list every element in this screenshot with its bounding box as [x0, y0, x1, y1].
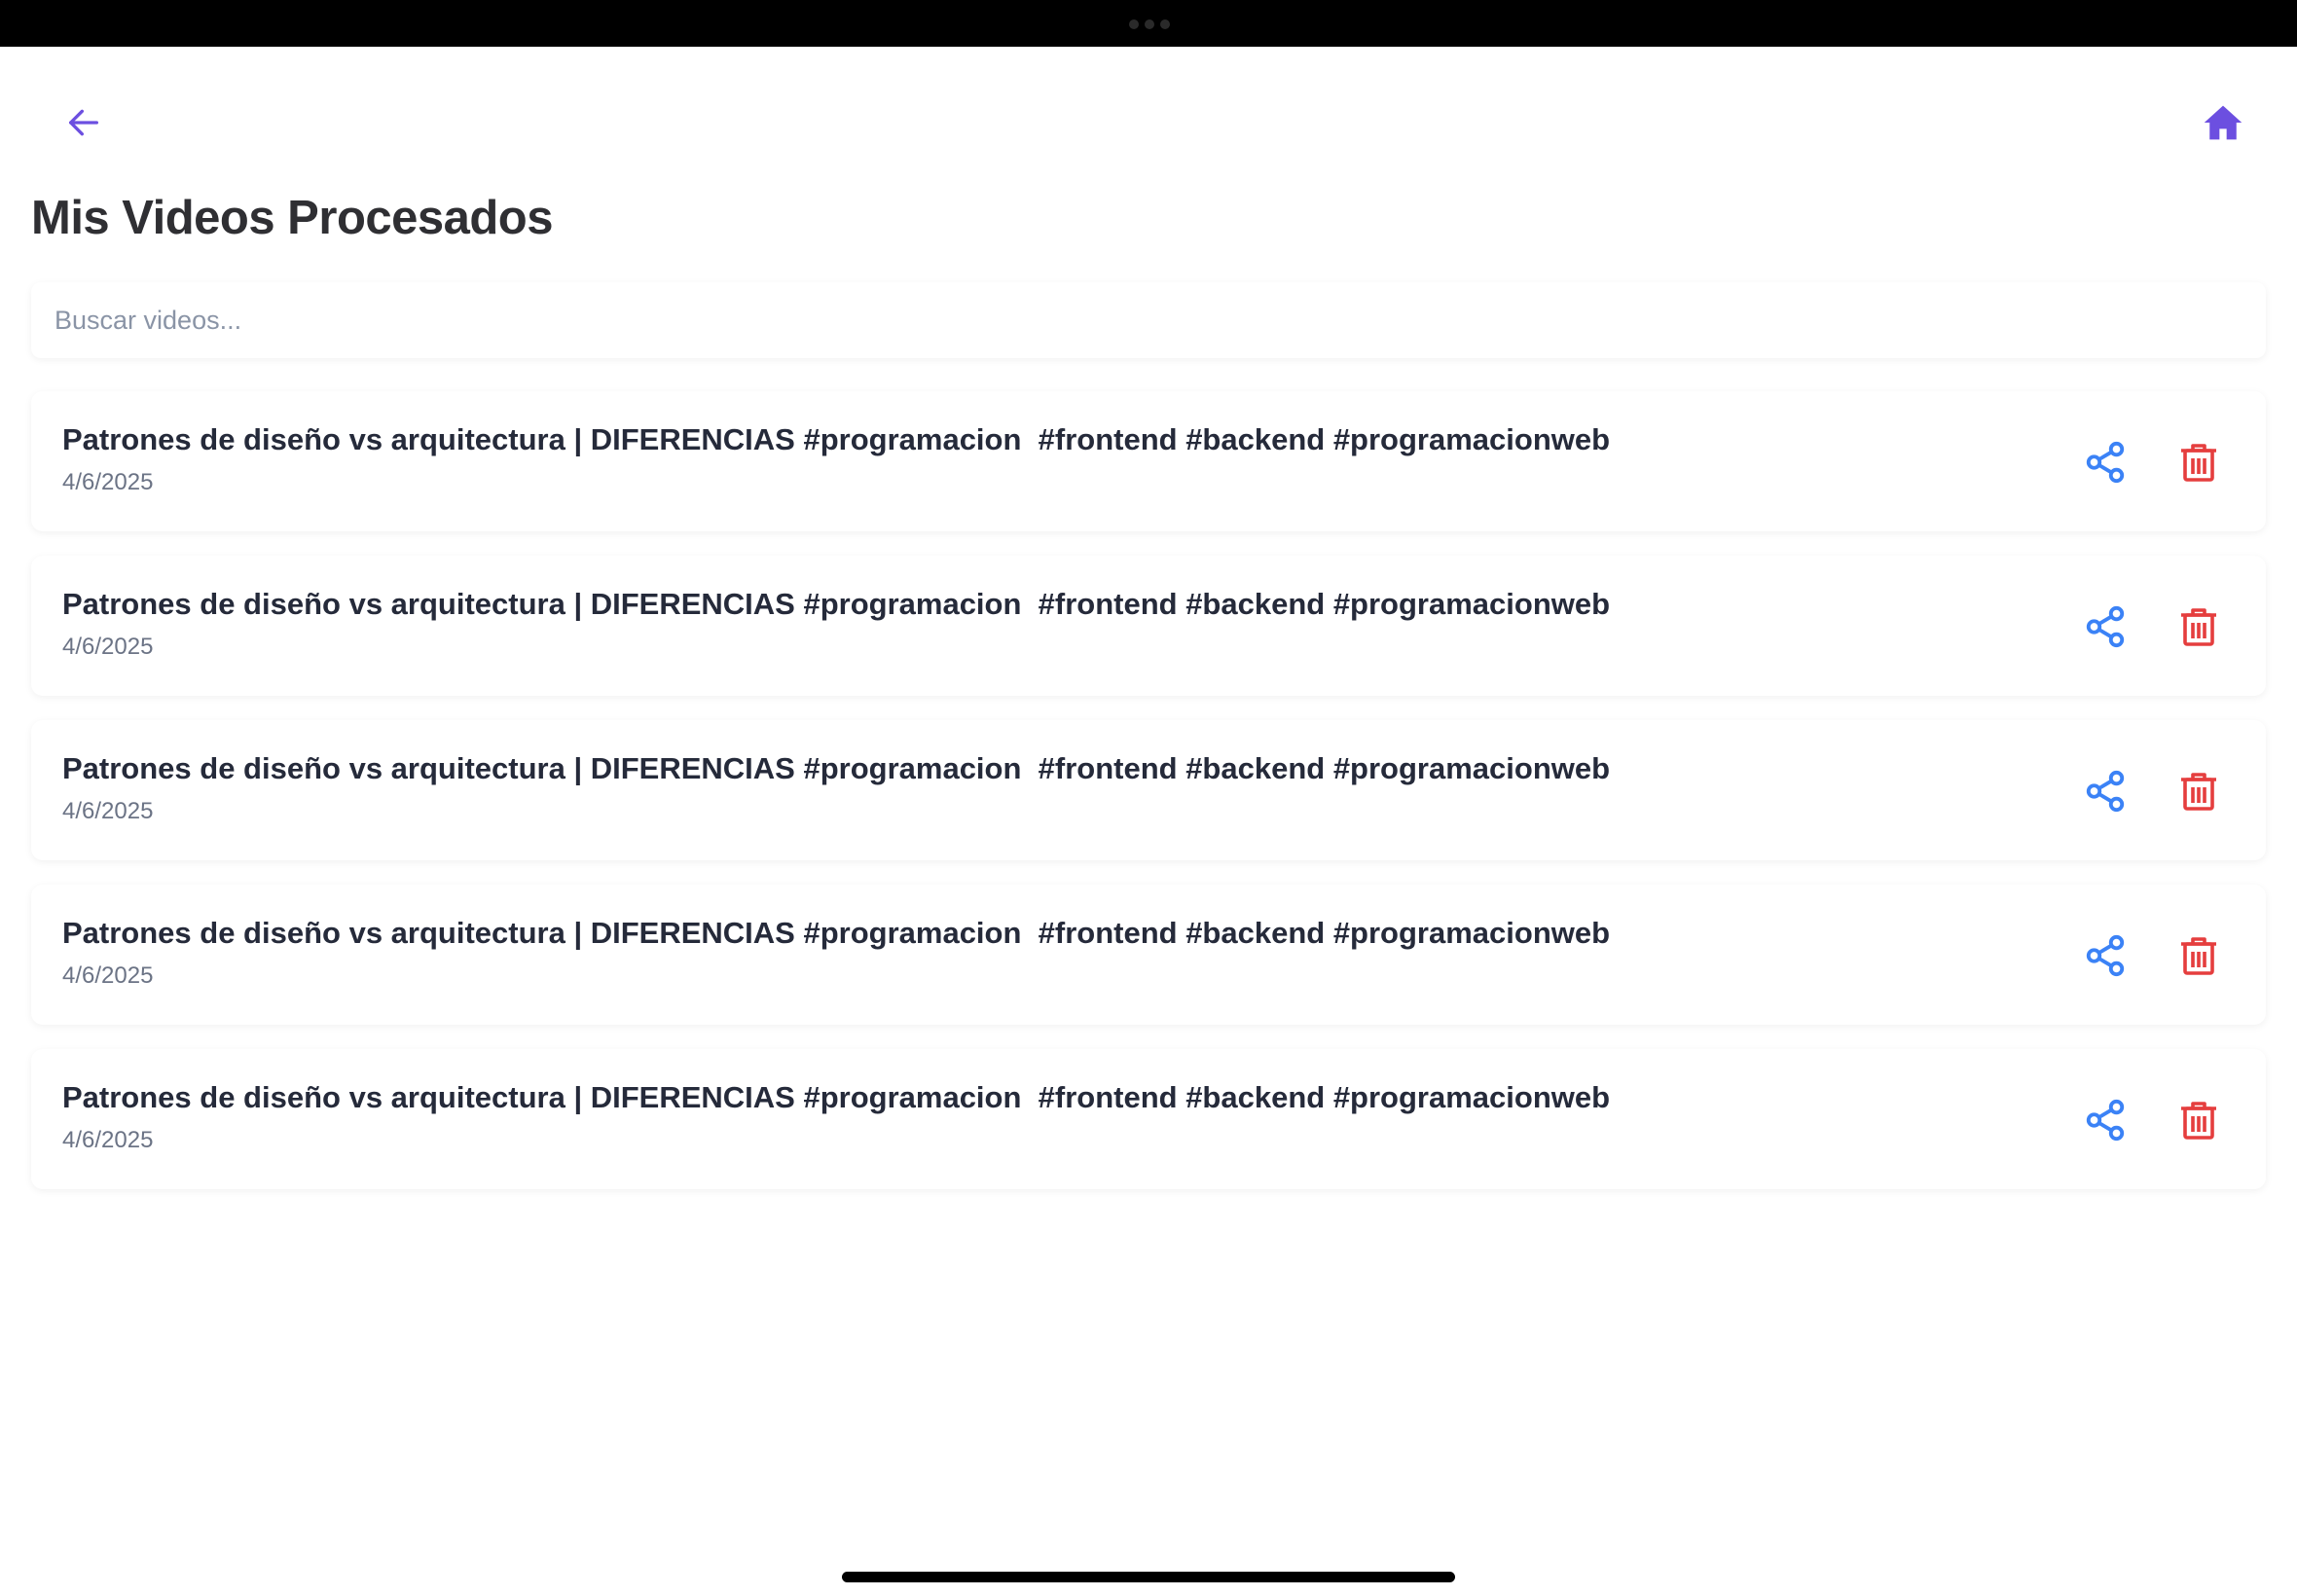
share-icon [2086, 441, 2125, 484]
video-title: Patrones de diseño vs arquitectura | DIF… [62, 422, 1611, 456]
video-title: Patrones de diseño vs arquitectura | DIF… [62, 916, 1611, 950]
trash-icon [2181, 937, 2216, 975]
trash-icon [2181, 608, 2216, 646]
video-list: Patrones de diseño vs arquitectura | DIF… [31, 391, 2266, 1214]
delete-button[interactable] [2170, 434, 2227, 490]
video-date: 4/6/2025 [62, 798, 154, 824]
home-button[interactable] [2196, 95, 2250, 150]
back-button[interactable] [58, 97, 109, 148]
video-title: Patrones de diseño vs arquitectura | DIF… [62, 751, 1611, 785]
share-button[interactable] [2077, 434, 2133, 490]
video-card[interactable]: Patrones de diseño vs arquitectura | DIF… [31, 1049, 2266, 1189]
multitasking-dots[interactable] [1129, 19, 1170, 29]
home-indicator[interactable] [842, 1572, 1455, 1582]
video-date: 4/6/2025 [62, 1127, 154, 1153]
share-button[interactable] [2077, 1092, 2133, 1148]
video-card[interactable]: Patrones de diseño vs arquitectura | DIF… [31, 391, 2266, 531]
share-icon [2086, 1099, 2125, 1142]
delete-button[interactable] [2170, 763, 2227, 819]
share-icon [2086, 770, 2125, 813]
search-input[interactable] [31, 282, 2266, 358]
delete-button[interactable] [2170, 598, 2227, 655]
video-card[interactable]: Patrones de diseño vs arquitectura | DIF… [31, 556, 2266, 696]
page-title: Mis Videos Procesados [31, 192, 554, 244]
trash-icon [2181, 1102, 2216, 1140]
video-date: 4/6/2025 [62, 634, 154, 660]
delete-button[interactable] [2170, 927, 2227, 984]
share-button[interactable] [2077, 598, 2133, 655]
trash-icon [2181, 773, 2216, 811]
status-bar [0, 0, 2297, 47]
arrow-left-icon [69, 109, 99, 136]
video-card[interactable]: Patrones de diseño vs arquitectura | DIF… [31, 720, 2266, 860]
video-date: 4/6/2025 [62, 962, 154, 989]
top-nav [0, 47, 2297, 187]
share-icon [2086, 605, 2125, 648]
video-date: 4/6/2025 [62, 469, 154, 495]
share-button[interactable] [2077, 763, 2133, 819]
video-title: Patrones de diseño vs arquitectura | DIF… [62, 587, 1611, 621]
video-card[interactable]: Patrones de diseño vs arquitectura | DIF… [31, 885, 2266, 1025]
search-bar [31, 282, 2266, 358]
delete-button[interactable] [2170, 1092, 2227, 1148]
home-icon [2204, 105, 2242, 140]
share-icon [2086, 934, 2125, 977]
video-title: Patrones de diseño vs arquitectura | DIF… [62, 1080, 1611, 1114]
share-button[interactable] [2077, 927, 2133, 984]
trash-icon [2181, 444, 2216, 482]
